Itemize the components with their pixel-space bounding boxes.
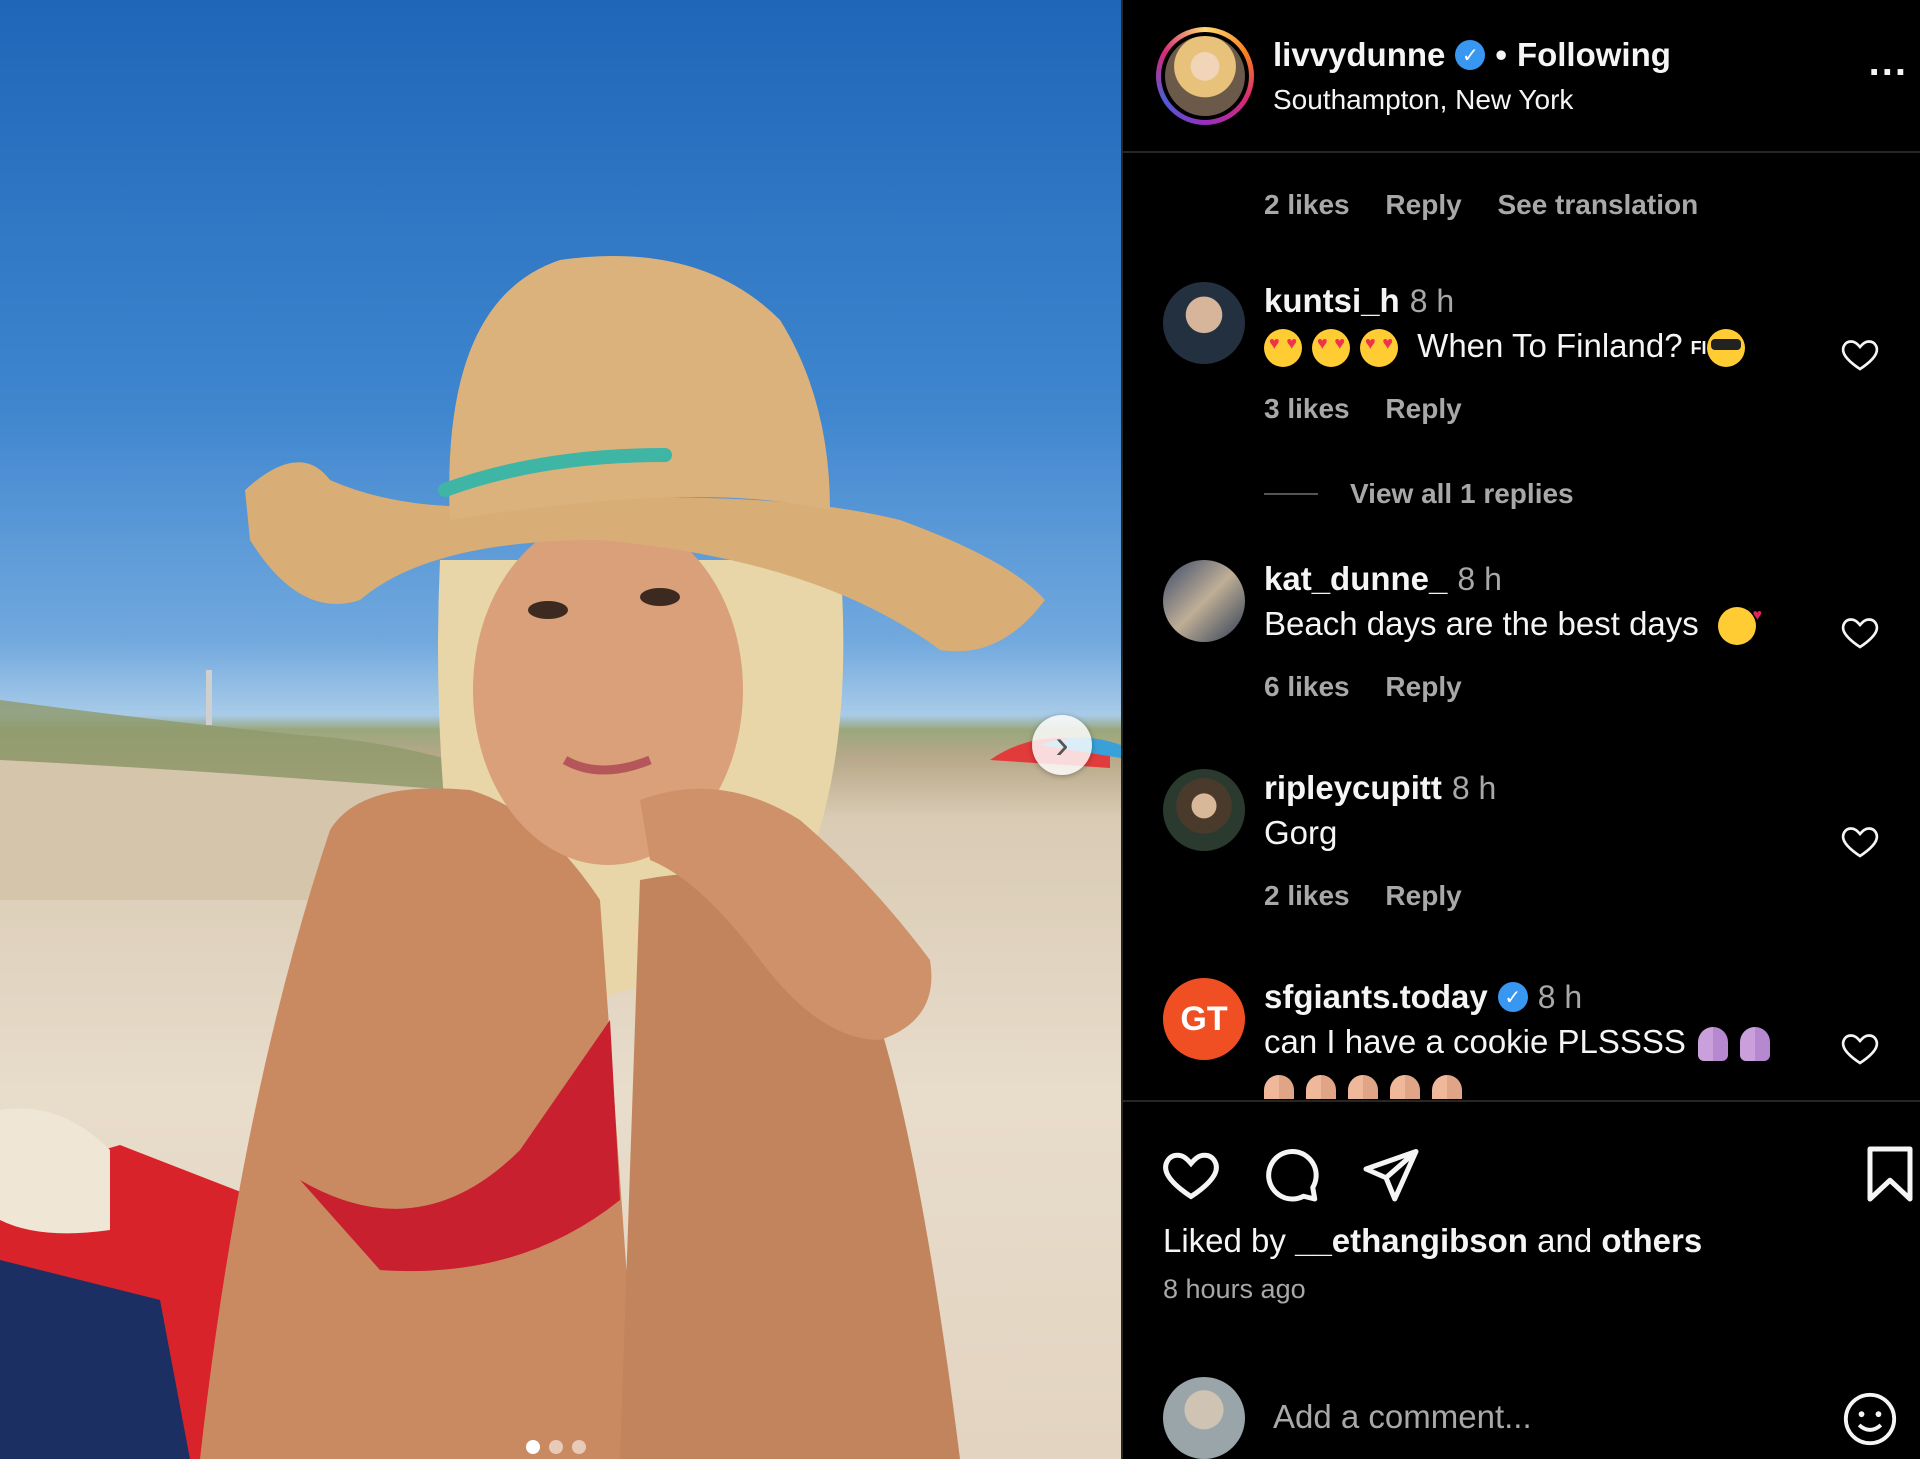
heart-icon[interactable]: [1840, 334, 1880, 374]
emoji-icon[interactable]: [1841, 1390, 1899, 1448]
bookmark-icon[interactable]: [1860, 1144, 1920, 1204]
avatar[interactable]: [1163, 282, 1245, 364]
post-header: livvydunne ✓ • Following Southampton, Ne…: [1123, 0, 1920, 153]
comment-text: When To Finland? FI: [1264, 327, 1755, 368]
carousel-dot: [549, 1440, 563, 1454]
heart-eyes-emoji-icon: [1360, 329, 1398, 368]
comment-body: can I have a cookie PLSSSS: [1264, 1023, 1686, 1060]
kissing-emoji-icon: [1717, 607, 1762, 646]
avatar-logo: GT: [1180, 999, 1228, 1038]
view-replies-label: View all 1 replies: [1350, 478, 1574, 509]
next-photo-button[interactable]: ›: [1032, 715, 1092, 775]
avatar: [1163, 1377, 1245, 1459]
comment-username[interactable]: kat_dunne_: [1264, 560, 1447, 598]
praying-hands-emoji-icon: [1306, 1075, 1336, 1099]
praying-hands-emoji-icon: [1432, 1075, 1462, 1099]
reply-button[interactable]: Reply: [1385, 671, 1461, 702]
comment-header: kat_dunne_ 8 h: [1264, 560, 1502, 598]
comment-likes[interactable]: 6 likes: [1264, 671, 1350, 702]
praying-hands-emoji-icon: [1739, 1027, 1770, 1062]
avatar[interactable]: [1163, 769, 1245, 851]
comment-body: When To Finland?: [1417, 327, 1683, 364]
liked-by-mid: and: [1537, 1222, 1593, 1259]
comment-input[interactable]: [1273, 1392, 1793, 1442]
comment-text-overflow: [1264, 1071, 1462, 1099]
dot-separator: •: [1495, 36, 1507, 73]
heart-eyes-emoji-icon: [1312, 329, 1350, 368]
comment-time: 8 h: [1451, 769, 1497, 806]
comment-username[interactable]: ripleycupitt: [1264, 769, 1442, 807]
carousel-dot: [572, 1440, 586, 1454]
avatar[interactable]: GT: [1163, 978, 1245, 1060]
post-actions: Liked by __ethangibson and others 8 hour…: [1123, 1100, 1920, 1350]
comment-body: Gorg: [1264, 814, 1338, 851]
comment-username[interactable]: sfgiants.today: [1264, 978, 1488, 1016]
post-side-panel: livvydunne ✓ • Following Southampton, Ne…: [1121, 0, 1920, 1459]
praying-hands-emoji-icon: [1697, 1027, 1728, 1062]
comment-header: kuntsi_h 8 h: [1264, 282, 1454, 320]
see-translation-button[interactable]: See translation: [1497, 189, 1698, 220]
heart-eyes-emoji-icon: [1264, 329, 1302, 368]
liked-by-user[interactable]: __ethangibson: [1295, 1222, 1528, 1259]
comment-text: Beach days are the best days: [1264, 605, 1766, 646]
liked-by-others[interactable]: others: [1601, 1222, 1702, 1259]
comment-text: can I have a cookie PLSSSS: [1264, 1023, 1770, 1062]
heart-icon[interactable]: [1840, 821, 1880, 861]
heart-icon[interactable]: [1840, 1028, 1880, 1068]
reply-button[interactable]: Reply: [1385, 393, 1461, 424]
avatar[interactable]: [1163, 560, 1245, 642]
comment-time: 8 h: [1409, 282, 1455, 319]
comment-time: 8 h: [1457, 560, 1502, 597]
sunglasses-emoji-icon: [1706, 329, 1745, 368]
chevron-right-icon: ›: [1055, 723, 1069, 767]
praying-hands-emoji-icon: [1390, 1075, 1420, 1099]
comment-likes[interactable]: 2 likes: [1264, 880, 1350, 911]
comment-header: ripleycupitt 8 h: [1264, 769, 1496, 807]
story-ring-avatar[interactable]: [1156, 27, 1254, 125]
beach-photo-illustration: [0, 256, 1121, 1459]
following-button[interactable]: Following: [1517, 36, 1671, 74]
post-location[interactable]: Southampton, New York: [1273, 84, 1573, 116]
add-comment-bar: [1123, 1352, 1920, 1459]
comment-time: 8 h: [1537, 978, 1583, 1015]
comment-meta: 2 likes Reply: [1264, 880, 1490, 912]
reply-button[interactable]: Reply: [1385, 189, 1461, 220]
verified-icon: ✓: [1497, 982, 1528, 1012]
liked-by-prefix: Liked by: [1163, 1222, 1286, 1259]
carousel-dot: [526, 1440, 540, 1454]
carousel-indicator: [526, 1440, 586, 1454]
comment-username[interactable]: kuntsi_h: [1264, 282, 1400, 320]
comment-meta: 6 likes Reply: [1264, 671, 1490, 703]
avatar: [1165, 36, 1245, 116]
heart-icon[interactable]: [1840, 612, 1880, 652]
view-replies-button[interactable]: View all 1 replies: [1264, 478, 1574, 510]
comment-header: sfgiants.today ✓ 8 h: [1264, 978, 1582, 1016]
comment-likes[interactable]: 2 likes: [1264, 189, 1350, 220]
comment-meta: 2 likes Reply See translation: [1264, 189, 1726, 221]
finland-flag-icon: FI: [1690, 337, 1707, 358]
liked-by-text: Liked by __ethangibson and others: [1163, 1222, 1702, 1260]
comment-body: Beach days are the best days: [1264, 605, 1699, 642]
author-username[interactable]: livvydunne: [1273, 36, 1445, 74]
post-timestamp[interactable]: 8 hours ago: [1163, 1274, 1306, 1305]
praying-hands-emoji-icon: [1348, 1075, 1378, 1099]
comments-list[interactable]: 2 likes Reply See translation kuntsi_h 8…: [1123, 155, 1920, 1099]
verified-icon: ✓: [1455, 40, 1486, 70]
replies-divider: [1264, 493, 1318, 495]
comment-meta: 3 likes Reply: [1264, 393, 1490, 425]
reply-button[interactable]: Reply: [1385, 880, 1461, 911]
praying-hands-emoji-icon: [1264, 1075, 1294, 1099]
heart-icon[interactable]: [1161, 1144, 1221, 1204]
share-icon[interactable]: [1361, 1144, 1421, 1204]
more-icon[interactable]: ...: [1869, 40, 1908, 85]
comment-icon[interactable]: [1261, 1144, 1321, 1204]
author-line: livvydunne ✓ • Following: [1273, 36, 1671, 74]
post-photo: ›: [0, 0, 1121, 1459]
comment-likes[interactable]: 3 likes: [1264, 393, 1350, 424]
